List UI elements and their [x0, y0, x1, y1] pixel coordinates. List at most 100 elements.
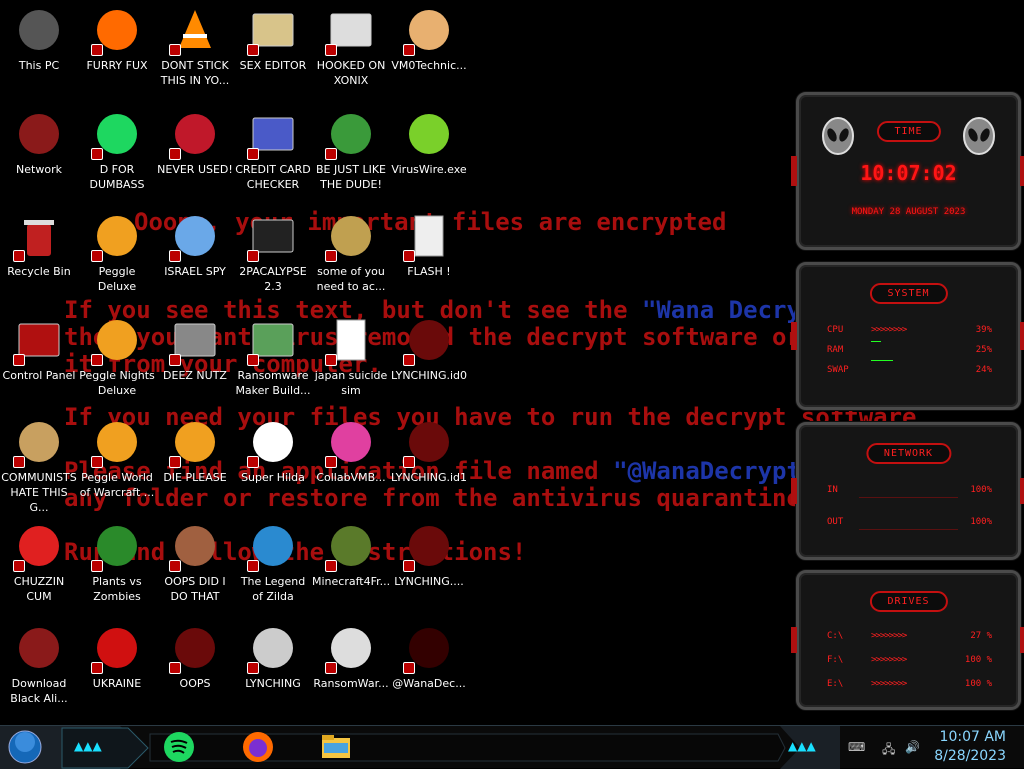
volume-icon[interactable]: 🔊: [905, 740, 921, 754]
desktop-icon[interactable]: Plants vs Zombies: [78, 522, 156, 604]
shortcut-arrow-icon: [403, 250, 415, 262]
desktop-icon-label: HOOKED ON XONIX: [316, 59, 386, 87]
alienware-orb-icon: [15, 624, 63, 672]
desktop-icon[interactable]: Super Hilda: [234, 418, 312, 485]
desktop-icon[interactable]: SEX EDITOR: [234, 6, 312, 73]
desktop-icon-label: some of you need to ac...: [316, 265, 386, 293]
desktop-icon[interactable]: D FOR DUMBASS: [78, 110, 156, 192]
shortcut-arrow-icon: [91, 148, 103, 160]
shortcut-arrow-icon: [325, 354, 337, 366]
desktop-icon[interactable]: 2PACALYPSE 2.3: [234, 212, 312, 294]
vlc-cone-icon: [169, 6, 219, 56]
alien-head-left-icon: [821, 117, 855, 155]
desktop-icon[interactable]: Ransomware Maker Build...: [234, 316, 312, 398]
alienware-orb-icon: [15, 110, 63, 158]
desktop-icon[interactable]: RansomWar...: [312, 624, 390, 691]
desktop-icon[interactable]: CHUZZIN CUM: [0, 522, 78, 604]
shortcut-arrow-icon: [91, 354, 103, 366]
desktop-icon[interactable]: some of you need to ac...: [312, 212, 390, 294]
desktop-icon[interactable]: VM0Technic...: [390, 6, 468, 73]
shortcut-arrow-icon: [13, 456, 25, 468]
desktop-icon[interactable]: Recycle Bin: [0, 212, 78, 279]
desktop-icon[interactable]: DONT STICK THIS IN YO...: [156, 6, 234, 88]
taskbar-clock[interactable]: 10:07 AM 8/28/2023: [934, 728, 1006, 766]
desktop-icon-label: LYNCHING.id0: [390, 369, 468, 382]
shortcut-arrow-icon: [247, 662, 259, 674]
desktop-icon[interactable]: BE JUST LIKE THE DUDE!: [312, 110, 390, 192]
desktop-icon-label: Control Panel: [2, 369, 76, 382]
hxd-editor-icon: [247, 6, 297, 56]
plant-icon: [91, 522, 141, 572]
desktop-icon[interactable]: Peggle Deluxe: [78, 212, 156, 294]
desktop-icon[interactable]: COMMUNISTS HATE THIS G...: [0, 418, 78, 515]
date-value: MONDAY 28 AUGUST 2023: [851, 207, 966, 217]
desktop-icon[interactable]: LYNCHING: [234, 624, 312, 691]
net-out-graph: [859, 529, 958, 530]
desktop-icon-label: LYNCHING....: [394, 575, 464, 588]
desktop-icon[interactable]: DIE PLEASE: [156, 418, 234, 485]
desktop-icon-label: Super Hilda: [241, 471, 305, 484]
desktop-icon[interactable]: japan suicide sim: [312, 316, 390, 398]
cpu-graph: [871, 341, 881, 342]
desktop-icon[interactable]: FURRY FUX: [78, 6, 156, 73]
desktop-icon[interactable]: CollabVMB...: [312, 418, 390, 485]
shortcut-arrow-icon: [325, 250, 337, 262]
desktop-icon[interactable]: LYNCHING....: [390, 522, 468, 589]
desktop-icon[interactable]: Network: [0, 110, 78, 177]
dog-icon: [325, 212, 375, 262]
desktop-icon[interactable]: VirusWire.exe: [390, 110, 468, 177]
start-button[interactable]: [8, 730, 42, 764]
shortcut-arrow-icon: [13, 250, 25, 262]
desktop-icon-label: VM0Technic...: [391, 59, 467, 72]
desktop-icon[interactable]: Download Black Ali...: [0, 624, 78, 706]
alienware-file-icon: [403, 316, 453, 366]
svg-text:▲▲▲: ▲▲▲: [74, 739, 102, 753]
shortcut-arrow-icon: [91, 456, 103, 468]
shortcut-arrow-icon: [169, 44, 181, 56]
desktop-icon[interactable]: @WanaDec...: [390, 624, 468, 691]
desktop-icon[interactable]: The Legend of Zilda: [234, 522, 312, 604]
desktop-icon[interactable]: NEVER USED!: [156, 110, 234, 177]
shortcut-arrow-icon: [403, 44, 415, 56]
desktop-icon-label: UKRAINE: [92, 677, 142, 690]
desktop-icon-label: Peggle Nights Deluxe: [79, 369, 155, 397]
peggle-icon: [91, 316, 141, 366]
desktop-icon[interactable]: FLASH !: [390, 212, 468, 279]
pixel-hero-icon: [247, 522, 297, 572]
computer-icon: [15, 6, 63, 54]
desktop-icon[interactable]: OOPS: [156, 624, 234, 691]
desktop-icon[interactable]: CREDIT CARD CHECKER: [234, 110, 312, 192]
svg-text:▲▲▲: ▲▲▲: [788, 739, 816, 753]
shortcut-arrow-icon: [169, 456, 181, 468]
keyboard-icon[interactable]: ⌨: [848, 740, 865, 754]
desktop-icon-label: Minecraft4Fr...: [312, 575, 391, 588]
taskbar-firefox-icon[interactable]: [241, 730, 275, 764]
desktop-icon-label: OOPS: [179, 677, 211, 690]
taskbar-file-explorer-icon[interactable]: [319, 730, 353, 764]
desktop-icon[interactable]: Minecraft4Fr...: [312, 522, 390, 589]
shortcut-arrow-icon: [13, 354, 25, 366]
desktop-icon-label: OOPS DID I DO THAT: [164, 575, 226, 603]
shortcut-arrow-icon: [169, 148, 181, 160]
desktop-icon[interactable]: OOPS DID I DO THAT: [156, 522, 234, 604]
desktop-icon[interactable]: Peggle World of Warcraft ...: [78, 418, 156, 500]
desktop-icon[interactable]: ISRAEL SPY: [156, 212, 234, 279]
network-icon[interactable]: 🖧: [882, 740, 898, 756]
desktop-icon[interactable]: HOOKED ON XONIX: [312, 6, 390, 88]
desktop-icon[interactable]: LYNCHING.id1: [390, 418, 468, 485]
network-panel: NETWORK IN 100% OUT 100%: [791, 422, 1024, 560]
portrait-icon: [169, 522, 219, 572]
desktop-icon[interactable]: UKRAINE: [78, 624, 156, 691]
shortcut-arrow-icon: [247, 250, 259, 262]
desktop-icon[interactable]: This PC: [0, 6, 78, 73]
desktop-icon-label: Peggle World of Warcraft ...: [79, 471, 155, 499]
network-tree-icon: [247, 624, 297, 674]
desktop-icon[interactable]: Peggle Nights Deluxe: [78, 316, 156, 398]
desktop-icon-label: LYNCHING.id1: [390, 471, 468, 484]
skull-icon: [325, 624, 375, 674]
desktop-icon[interactable]: DEEZ NUTZ: [156, 316, 234, 383]
desktop-icon[interactable]: Control Panel: [0, 316, 78, 383]
taskbar-spotify-icon[interactable]: [162, 730, 196, 764]
desktop-icon[interactable]: LYNCHING.id0: [390, 316, 468, 383]
shortcut-arrow-icon: [247, 148, 259, 160]
